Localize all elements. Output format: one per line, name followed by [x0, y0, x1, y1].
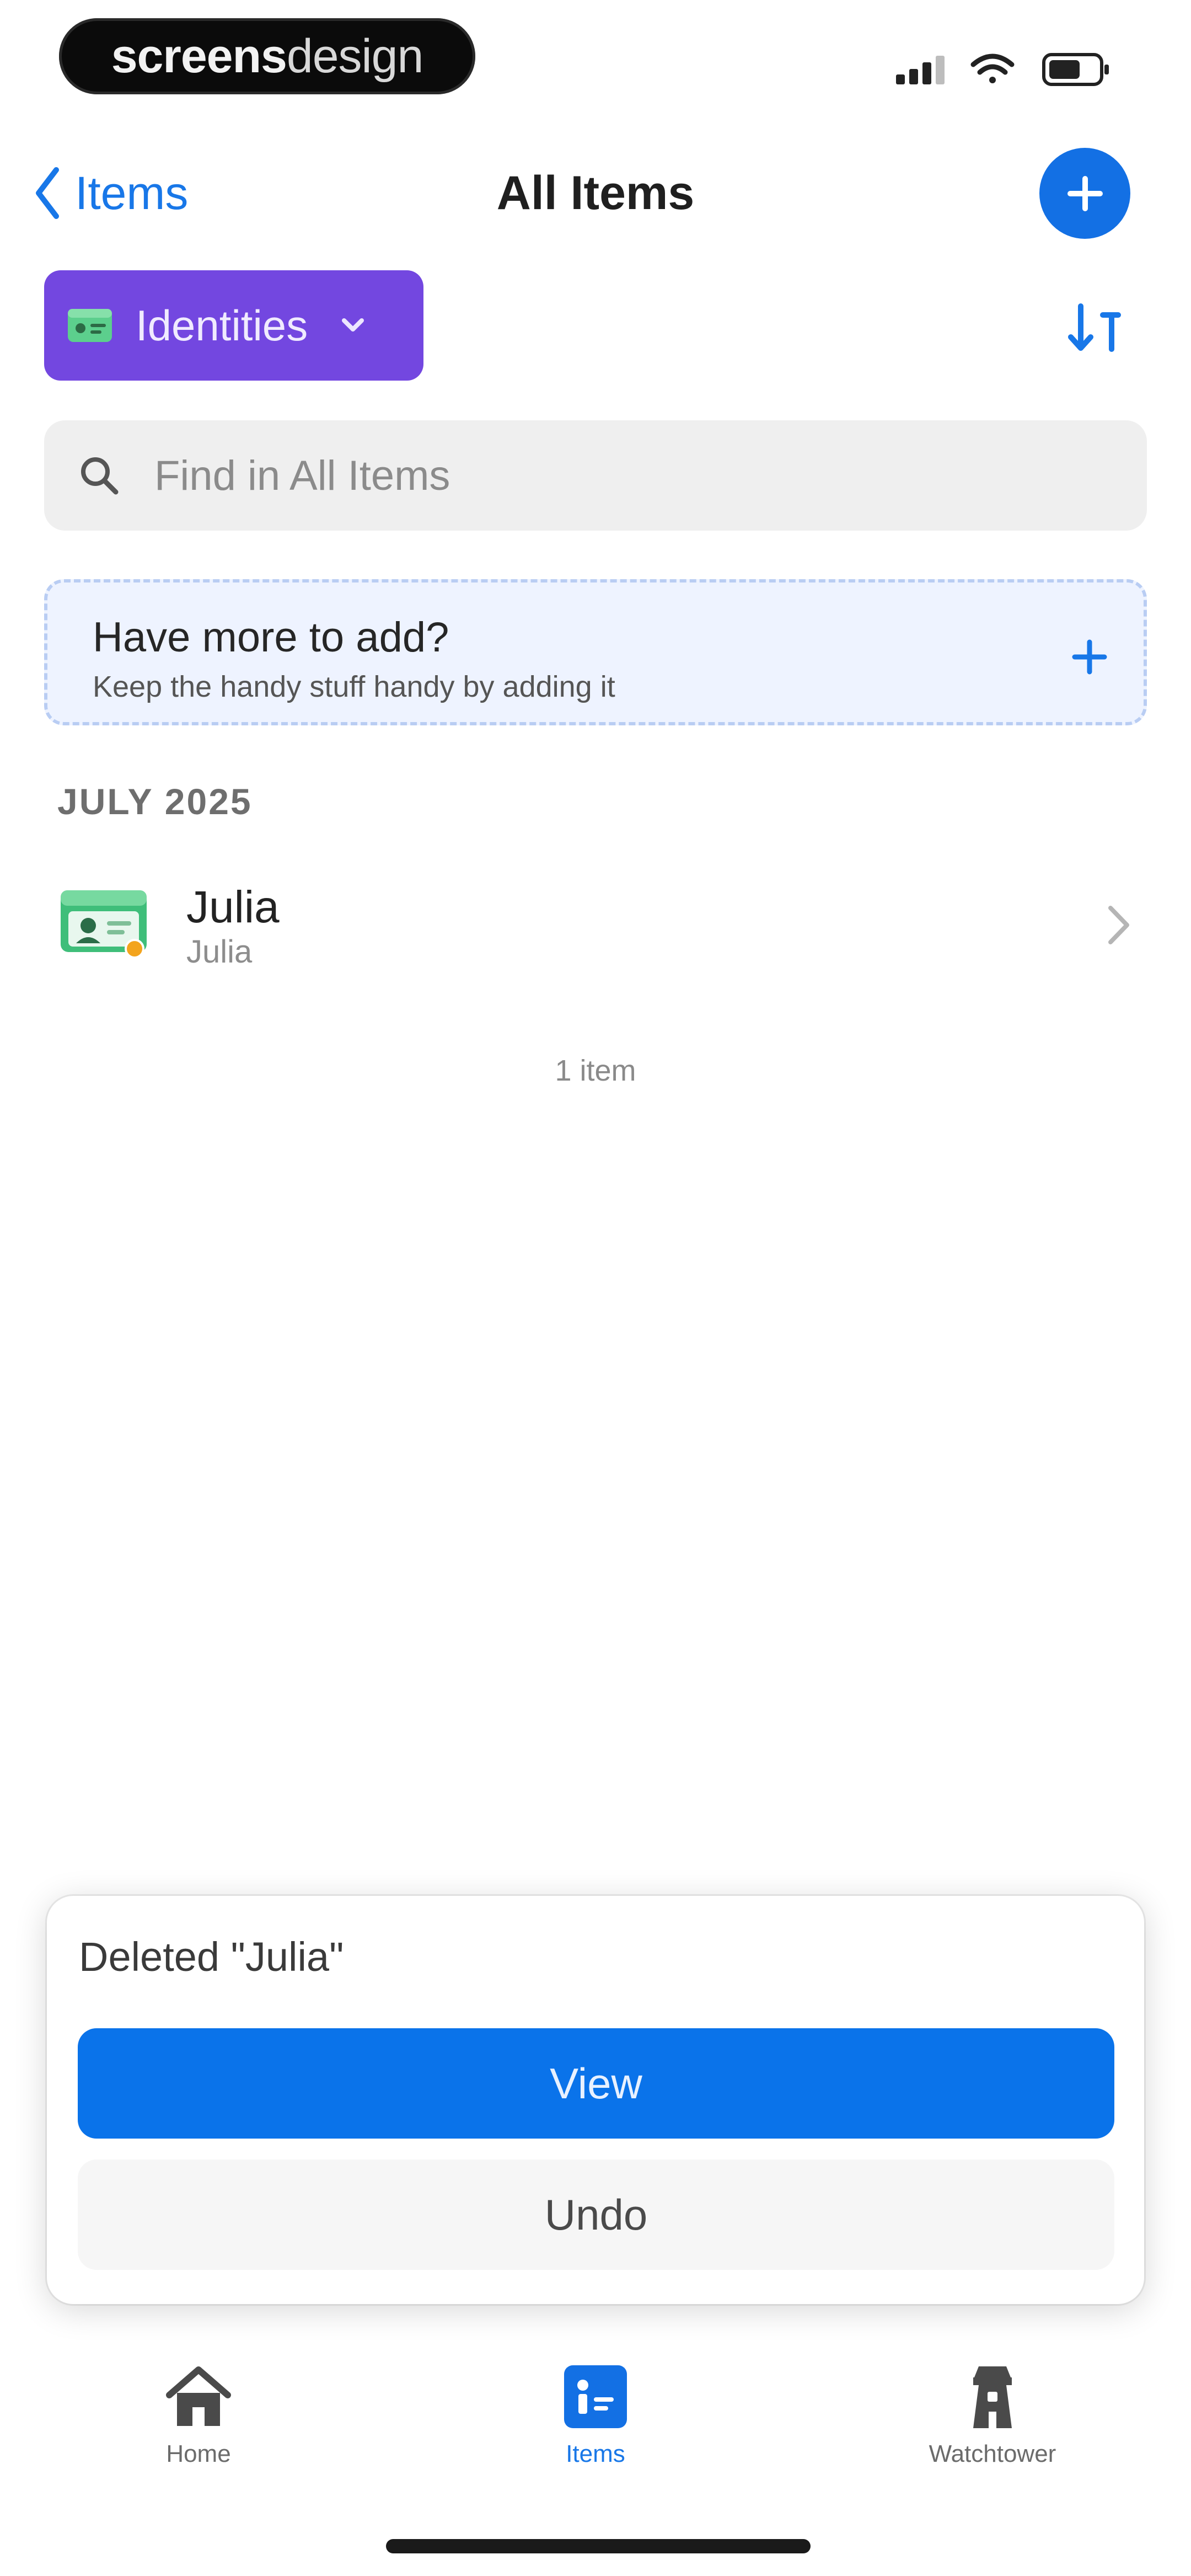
banner-subtitle: Keep the handy stuff handy by adding it: [93, 670, 615, 703]
view-button[interactable]: View: [78, 2028, 1114, 2139]
item-title: Julia: [186, 882, 280, 932]
tab-items[interactable]: Items: [480, 2361, 711, 2488]
tab-watchtower[interactable]: Watchtower: [877, 2361, 1108, 2488]
item-subtitle: Julia: [186, 934, 253, 970]
wifi-icon: [970, 54, 1015, 83]
home-indicator: [386, 2539, 811, 2553]
add-more-banner[interactable]: Have more to add? Keep the handy stuff h…: [44, 579, 1147, 725]
plus-icon: [1072, 639, 1107, 675]
sort-button[interactable]: [1064, 301, 1125, 356]
identity-icon: [60, 889, 148, 959]
items-icon: [564, 2365, 627, 2428]
deleted-toast: Deleted "Julia" View Undo: [47, 1896, 1144, 2304]
signal-icon: [896, 56, 945, 84]
category-label: Identities: [136, 301, 308, 350]
search-icon: [81, 457, 119, 495]
category-dropdown[interactable]: Identities: [44, 270, 423, 381]
tab-home[interactable]: Home: [83, 2361, 314, 2488]
back-button[interactable]: Items: [33, 160, 188, 226]
house-icon: [166, 2366, 231, 2426]
undo-button[interactable]: Undo: [78, 2160, 1114, 2270]
identity-card-icon: [68, 309, 112, 342]
screensdesign-watermark: screensdesign: [59, 18, 475, 94]
tab-label: Watchtower: [929, 2440, 1056, 2467]
back-label: Items: [75, 167, 189, 219]
status-icons: [896, 47, 1117, 91]
page-title: All Items: [496, 167, 695, 220]
search-field[interactable]: Find in All Items: [44, 420, 1147, 531]
list-item[interactable]: Julia Julia: [44, 861, 1147, 982]
chevron-right-icon: [1103, 900, 1136, 950]
chevron-left-icon: [36, 167, 59, 219]
watermark-text: screensdesign: [111, 30, 424, 83]
toast-message: Deleted "Julia": [79, 1934, 344, 1980]
tab-label: Items: [566, 2440, 625, 2467]
banner-title: Have more to add?: [93, 614, 449, 661]
plus-icon: [1067, 175, 1103, 211]
item-count: 1 item: [555, 1054, 636, 1087]
tower-icon: [973, 2366, 1012, 2428]
sort-icon: [1068, 303, 1121, 352]
battery-icon: [1042, 53, 1109, 86]
add-item-button[interactable]: [1039, 148, 1130, 239]
search-placeholder: Find in All Items: [154, 452, 450, 499]
chevron-down-icon: [342, 318, 364, 332]
section-header: JULY 2025: [57, 781, 253, 822]
banner-add-button[interactable]: [1059, 627, 1120, 687]
tab-label: Home: [166, 2440, 231, 2467]
